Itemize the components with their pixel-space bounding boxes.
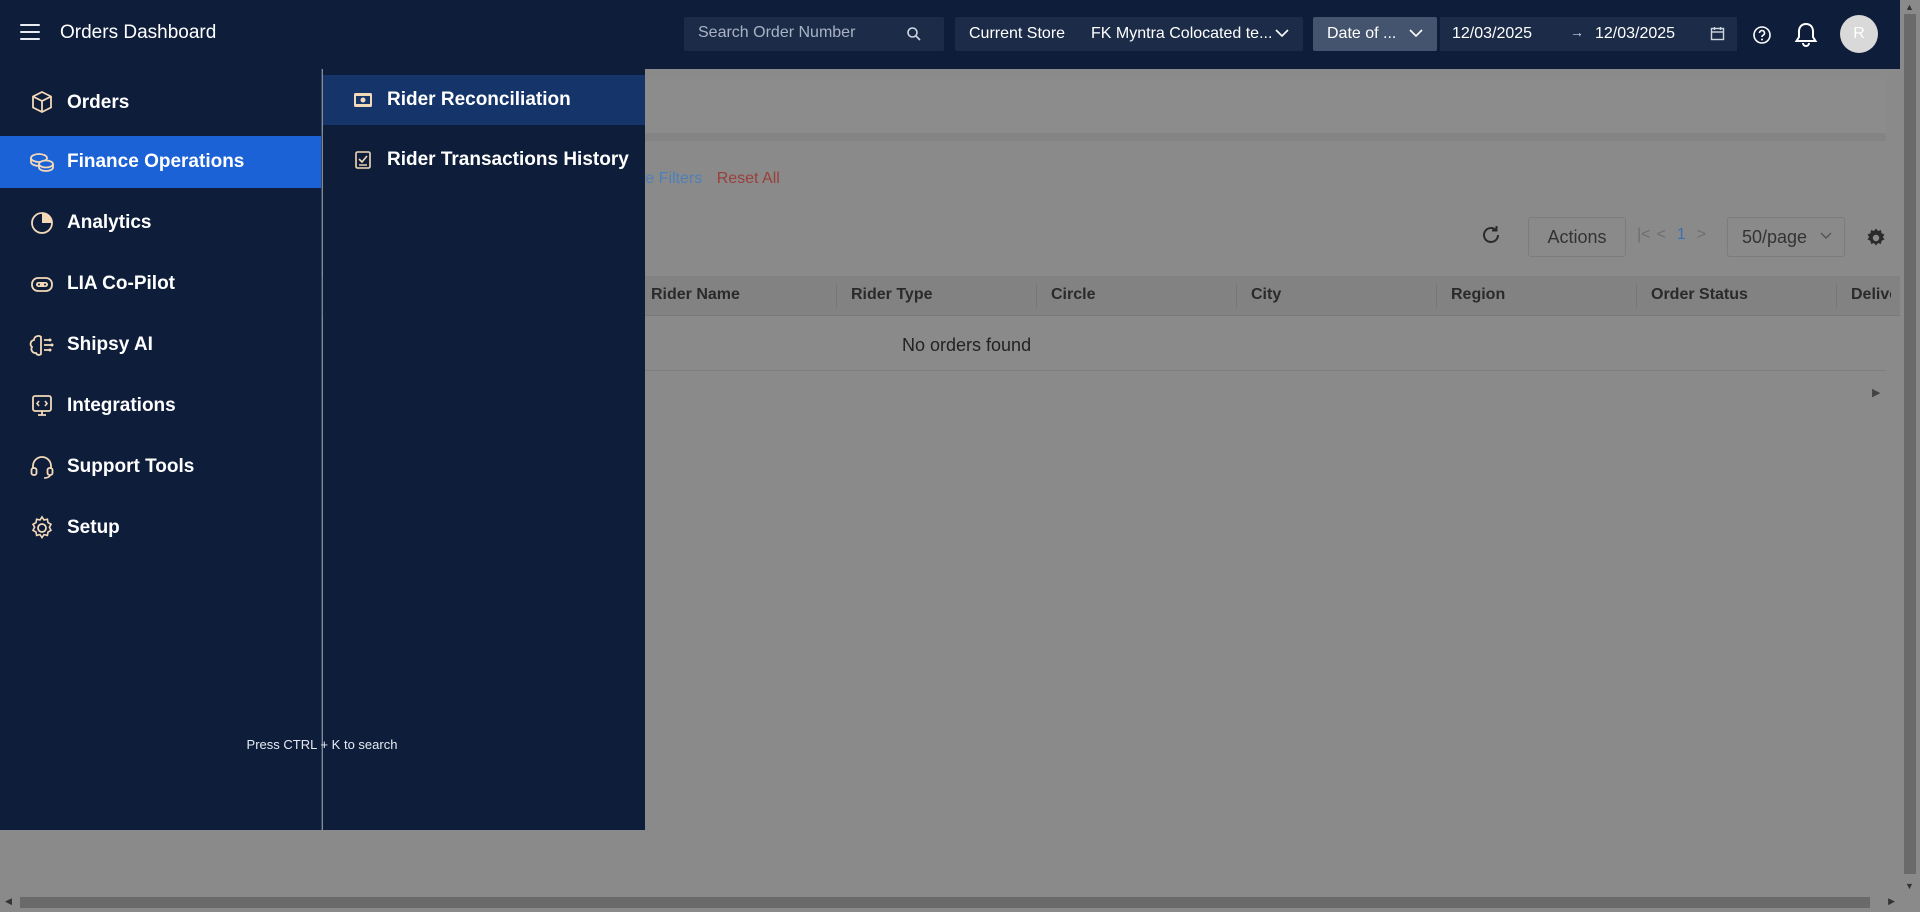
submenu-item-label: Rider Transactions History <box>387 149 629 170</box>
nav-item-orders[interactable]: Orders <box>0 77 321 129</box>
robot-icon <box>31 277 53 292</box>
nav-item-label: LIA Co-Pilot <box>67 273 175 294</box>
order-search-input[interactable] <box>698 24 898 42</box>
box-icon <box>32 90 52 114</box>
store-selector[interactable]: Current Store FK Myntra Colocated te... <box>955 17 1303 51</box>
submenu-item-rider-transactions-history[interactable]: Rider Transactions History <box>323 135 645 185</box>
keyboard-search-hint: Press CTRL + K to search <box>246 737 398 752</box>
scroll-left-icon[interactable]: ◀ <box>5 896 12 907</box>
first-page-icon[interactable]: |< <box>1637 226 1651 243</box>
nav-item-label: Analytics <box>67 212 152 233</box>
table-settings-icon[interactable] <box>1865 227 1887 249</box>
horizontal-scrollbar[interactable]: ◀ ▶ <box>0 893 1900 912</box>
filter-links: re Filters Reset All <box>640 170 780 188</box>
page-title: Orders Dashboard <box>60 22 217 43</box>
reset-all-link[interactable]: Reset All <box>717 170 780 187</box>
user-avatar[interactable]: R <box>1840 15 1878 53</box>
column-divider <box>836 284 837 308</box>
more-filters-link[interactable]: re Filters <box>640 170 702 187</box>
column-header[interactable]: Order Status <box>1651 286 1748 304</box>
nav-item-label: Finance Operations <box>67 151 245 172</box>
prev-page-icon[interactable]: < <box>1657 226 1666 243</box>
submenu-item-label: Rider Reconciliation <box>387 89 571 110</box>
column-divider <box>1036 284 1037 308</box>
store-label: Current Store <box>969 25 1066 42</box>
nav-item-label: Setup <box>67 517 120 538</box>
scroll-down-icon[interactable]: ▼ <box>1905 881 1914 891</box>
scrollbar-thumb[interactable] <box>1904 14 1916 874</box>
store-value: FK Myntra Colocated te... <box>1091 25 1271 42</box>
nav-item-label: Support Tools <box>67 456 195 477</box>
column-header[interactable]: City <box>1251 286 1281 304</box>
vertical-scrollbar[interactable]: ▲ ▼ <box>1900 0 1920 893</box>
pie-chart-icon <box>31 212 53 234</box>
nav-item-shipsy-ai[interactable]: Shipsy AI <box>0 319 321 371</box>
receipt-icon <box>355 151 371 169</box>
integration-icon <box>32 395 52 416</box>
column-divider <box>1236 284 1237 308</box>
ai-brain-icon <box>29 335 54 356</box>
column-header[interactable]: Circle <box>1051 286 1095 304</box>
help-icon[interactable] <box>1752 25 1772 45</box>
nav-item-label: Orders <box>67 92 130 113</box>
nav-item-analytics[interactable]: Analytics <box>0 197 321 249</box>
date-range-arrow: → <box>1570 24 1584 40</box>
calendar-icon[interactable] <box>1710 26 1725 41</box>
nav-item-finance-operations[interactable]: Finance Operations <box>0 136 321 188</box>
date-type-value: Date of ... <box>1327 25 1397 42</box>
date-type-select[interactable]: Date of ... <box>1313 17 1437 51</box>
date-to[interactable]: 12/03/2025 <box>1595 25 1675 43</box>
nav-item-setup[interactable]: Setup <box>0 502 321 554</box>
chevron-down-icon <box>1409 29 1423 38</box>
date-range-picker[interactable]: 12/03/2025 → 12/03/2025 <box>1440 17 1737 51</box>
nav-item-label: Integrations <box>67 395 176 416</box>
column-header[interactable]: Deliver <box>1851 286 1891 304</box>
submenu-item-rider-reconciliation[interactable]: Rider Reconciliation <box>323 75 645 125</box>
money-icon <box>354 93 372 107</box>
headset-icon <box>30 456 54 479</box>
page-size-value: 50/page <box>1742 227 1808 247</box>
coins-icon <box>30 153 54 172</box>
scrollbar-corner <box>1900 893 1920 912</box>
nav-item-label: Shipsy AI <box>67 334 153 355</box>
date-from[interactable]: 12/03/2025 <box>1452 25 1532 43</box>
gear-icon <box>31 515 53 540</box>
search-icon[interactable] <box>906 26 922 42</box>
side-navigation: Orders Finance Operations Analytics LIA … <box>0 69 322 830</box>
notification-bell-icon[interactable] <box>1793 21 1819 49</box>
scrollbar-thumb[interactable] <box>20 897 1870 908</box>
nav-item-lia-co-pilot[interactable]: LIA Co-Pilot <box>0 258 321 310</box>
scroll-up-icon[interactable]: ▲ <box>1905 2 1914 12</box>
finance-submenu: Rider Reconciliation Rider Transactions … <box>323 69 645 830</box>
table-scroll-right-icon[interactable]: ▶ <box>1872 386 1880 399</box>
chevron-down-icon <box>1820 232 1832 239</box>
hamburger-menu-icon[interactable] <box>20 24 40 44</box>
refresh-icon[interactable] <box>1480 224 1502 246</box>
column-divider <box>1836 284 1837 308</box>
empty-state-message: No orders found <box>902 335 1032 355</box>
page-size-select[interactable]: 50/page <box>1727 217 1845 257</box>
nav-item-support-tools[interactable]: Support Tools <box>0 441 321 493</box>
column-header[interactable]: Rider Type <box>851 286 933 304</box>
chevron-down-icon <box>1275 29 1289 38</box>
pagination: |< <1 > <box>1634 226 1709 244</box>
scroll-right-icon[interactable]: ▶ <box>1888 896 1895 907</box>
actions-button[interactable]: Actions <box>1528 217 1626 257</box>
order-search-box[interactable] <box>684 17 944 51</box>
next-page-icon[interactable]: > <box>1697 226 1706 243</box>
page-number[interactable]: 1 <box>1677 226 1686 243</box>
column-divider <box>1636 284 1637 308</box>
nav-item-integrations[interactable]: Integrations <box>0 380 321 432</box>
column-header[interactable]: Rider Name <box>651 286 740 304</box>
column-divider <box>1436 284 1437 308</box>
column-header[interactable]: Region <box>1451 286 1505 304</box>
top-bar: Orders Dashboard Current Store FK Myntra… <box>0 0 1900 69</box>
